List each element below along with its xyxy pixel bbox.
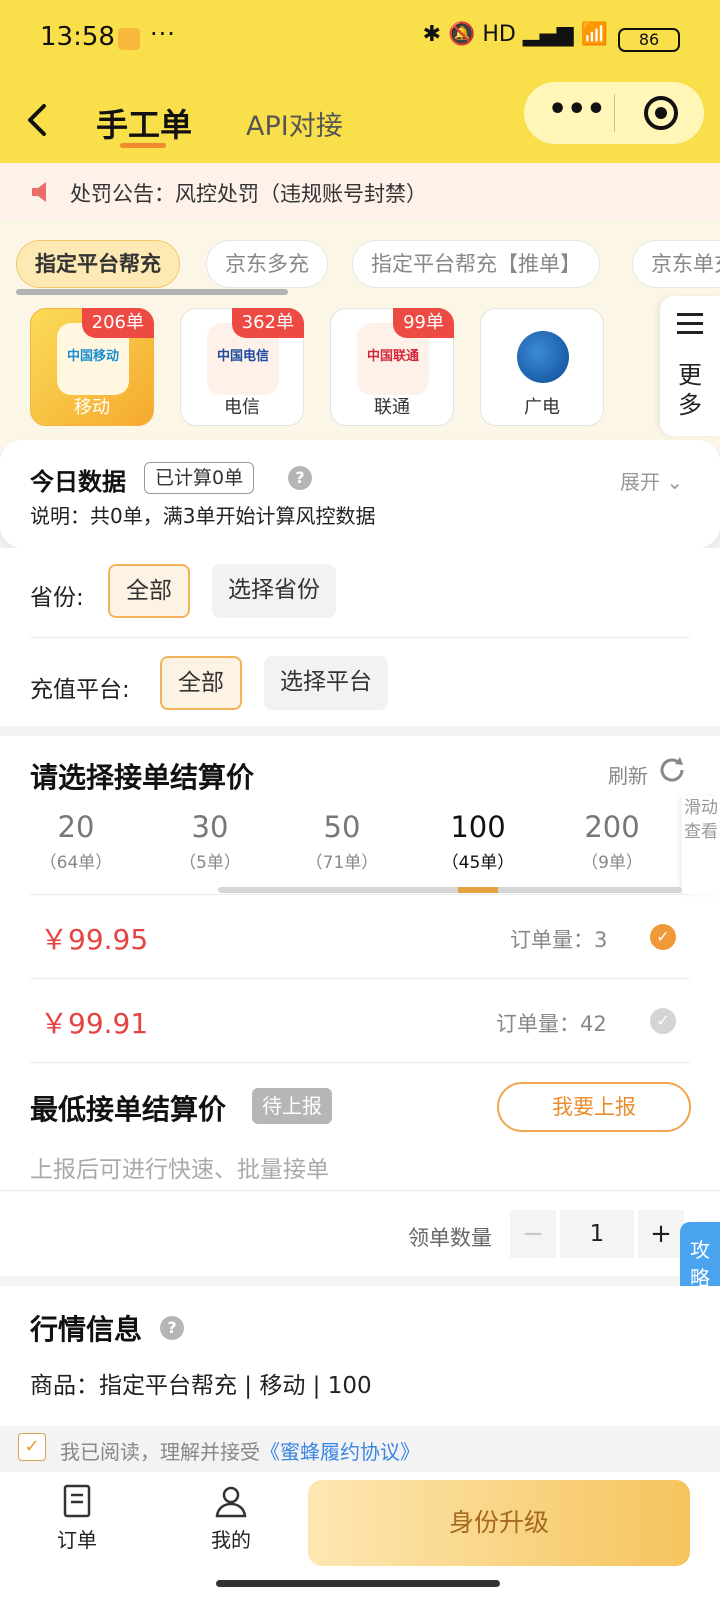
denomination-100[interactable]: 100 （45单） xyxy=(418,810,538,873)
china-broadnet-logo xyxy=(517,331,569,383)
tab-api[interactable]: API对接 xyxy=(246,104,343,143)
order-quantity: 订单量：3 xyxy=(510,928,608,952)
slide-hint: 滑动查看 xyxy=(682,796,720,894)
order-icon xyxy=(32,1484,122,1522)
capsule-close-button[interactable] xyxy=(644,96,678,130)
operator-badge: 99单 xyxy=(393,308,454,338)
operator-telecom[interactable]: 中国电信 362单 电信 xyxy=(180,308,304,426)
report-button[interactable]: 我要上报 xyxy=(497,1082,691,1132)
battery-indicator: 86 xyxy=(618,28,680,52)
status-time: 13:58 xyxy=(40,22,115,52)
operator-badge: 206单 xyxy=(81,308,154,338)
capsule-more-button[interactable]: ••• xyxy=(548,92,606,127)
quantity-input[interactable]: 1 xyxy=(560,1210,634,1258)
operator-name: 联通 xyxy=(374,397,410,418)
denomination-20[interactable]: 20 （64单） xyxy=(16,810,136,873)
denomination-30[interactable]: 30 （5单） xyxy=(150,810,270,873)
chevron-left-icon xyxy=(28,104,46,136)
price-section-title: 请选择接单结算价 xyxy=(30,761,255,794)
chevron-down-icon: ⌄ xyxy=(660,470,684,494)
divider xyxy=(30,894,690,895)
market-goods: 商品：指定平台帮充 | 移动 | 100 xyxy=(30,1373,372,1399)
status-system-icons: ✱ 🔕 HD ▂▄▆ 📶 xyxy=(422,22,608,47)
divider xyxy=(30,978,690,979)
help-icon[interactable]: ? xyxy=(288,466,312,490)
agreement-checkbox[interactable]: ✓ xyxy=(18,1433,46,1461)
operator-mobile[interactable]: 中国移动 206单 移动 xyxy=(30,308,154,426)
operator-badge: 362单 xyxy=(231,308,304,338)
nav-orders-label: 订单 xyxy=(57,1528,97,1552)
nav-me-label: 我的 xyxy=(211,1528,251,1552)
divider xyxy=(30,1062,690,1063)
person-icon xyxy=(186,1484,276,1522)
market-title: 行情信息 xyxy=(30,1313,143,1346)
stats-description: 说明：共0单，满3单开始计算风控数据 xyxy=(30,504,376,528)
divider xyxy=(30,637,690,638)
platform-all-button[interactable]: 全部 xyxy=(160,656,242,710)
price-option-1[interactable]: ￥99.95 xyxy=(40,918,148,958)
platform-label: 充值平台: xyxy=(30,677,130,703)
province-all-button[interactable]: 全部 xyxy=(108,564,190,618)
refresh-label[interactable]: 刷新 xyxy=(608,760,648,789)
stats-title: 今日数据 xyxy=(30,468,126,496)
price-option-2[interactable]: ￥99.91 xyxy=(40,1002,148,1042)
agreement-link[interactable]: 《蜜蜂履约协议》 xyxy=(260,1440,420,1464)
back-button[interactable] xyxy=(24,100,52,150)
market-section xyxy=(0,1286,720,1426)
app-notification-icon xyxy=(118,28,140,50)
divider xyxy=(0,1190,720,1191)
quantity-plus-button[interactable]: + xyxy=(638,1210,684,1258)
selected-check-icon[interactable]: ✓ xyxy=(650,924,676,950)
operator-unicom[interactable]: 中国联通 99单 联通 xyxy=(330,308,454,426)
select-province-button[interactable]: 选择省份 xyxy=(212,564,336,618)
operator-name: 广电 xyxy=(524,397,560,418)
active-tab-indicator xyxy=(120,143,166,148)
denomination-200[interactable]: 200 （9单） xyxy=(552,810,672,873)
chip-designated-platform[interactable]: 指定平台帮充 xyxy=(16,240,180,288)
report-hint: 上报后可进行快速、批量接单 xyxy=(30,1157,329,1183)
nav-orders[interactable]: 订单 xyxy=(32,1484,122,1553)
quantity-minus-button[interactable]: − xyxy=(510,1210,556,1258)
notice-text: 处罚公告：风控处罚（违规账号封禁） xyxy=(70,182,427,206)
tab-manual-order[interactable]: 手工单 xyxy=(96,100,192,146)
denomination-scroll-thumb xyxy=(458,887,498,893)
operator-broadcast[interactable]: 广电 xyxy=(480,308,604,426)
chip-designated-push[interactable]: 指定平台帮充【推单】 xyxy=(352,240,600,288)
help-icon[interactable]: ? xyxy=(160,1316,184,1340)
operator-name: 移动 xyxy=(74,397,110,418)
min-price-title: 最低接单结算价 xyxy=(30,1093,227,1126)
refresh-icon[interactable] xyxy=(656,754,688,794)
guide-label: 攻略 xyxy=(690,1238,710,1290)
select-platform-button[interactable]: 选择平台 xyxy=(264,656,388,710)
expand-toggle[interactable]: 展开 ⌄ xyxy=(620,466,683,495)
stats-count-badge: 已计算0单 xyxy=(144,462,255,494)
chip-jd-multi[interactable]: 京东多充 xyxy=(206,240,328,288)
agreement-text: 我已阅读，理解并接受《蜜蜂履约协议》 xyxy=(60,1440,420,1464)
more-label: 更多 xyxy=(678,361,702,419)
upgrade-identity-button[interactable]: 身份升级 xyxy=(308,1480,690,1566)
home-indicator xyxy=(216,1580,500,1587)
capsule-divider xyxy=(614,94,615,132)
speaker-icon xyxy=(28,177,58,214)
menu-icon xyxy=(676,310,704,346)
order-quantity: 订单量：42 xyxy=(496,1012,607,1036)
chip-jd-single[interactable]: 京东单充 xyxy=(632,240,720,288)
quantity-label: 领单数量 xyxy=(408,1226,492,1250)
denomination-50[interactable]: 50 （71单） xyxy=(282,810,402,873)
status-more-dots: ··· xyxy=(150,20,176,48)
unselected-check-icon[interactable]: ✓ xyxy=(650,1008,676,1034)
chip-scroll-indicator xyxy=(16,289,288,295)
province-label: 省份: xyxy=(30,585,84,611)
denomination-scroll-track xyxy=(218,887,682,893)
nav-me[interactable]: 我的 xyxy=(186,1484,276,1553)
status-badge: 待上报 xyxy=(252,1088,332,1124)
operator-name: 电信 xyxy=(224,397,260,418)
